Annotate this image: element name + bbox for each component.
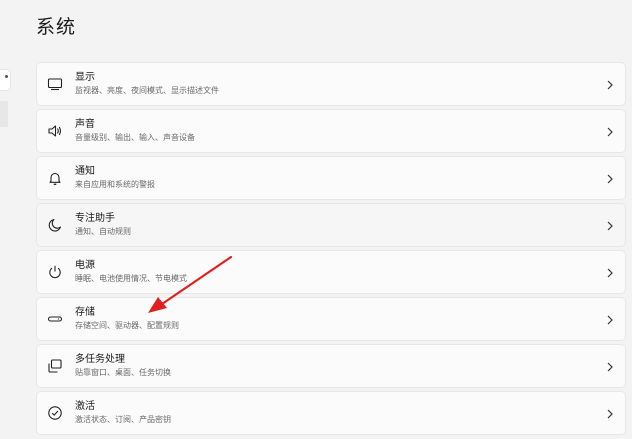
- settings-item-subtitle: 监视器、亮度、夜间模式、显示描述文件: [75, 86, 219, 95]
- chevron-right-icon: [607, 174, 613, 184]
- settings-item-title: 显示: [75, 72, 95, 83]
- settings-item-title: 激活: [75, 401, 95, 412]
- settings-item-activation[interactable]: 激活 激活状态、订阅、产品密钥: [36, 391, 626, 435]
- chevron-right-icon: [607, 221, 613, 231]
- settings-item-focus-assist[interactable]: 专注助手 通知、自动规则: [36, 203, 626, 247]
- page-title: 系统: [36, 16, 77, 38]
- settings-item-multitasking[interactable]: 多任务处理 贴靠窗口、桌面、任务切换: [36, 344, 626, 388]
- settings-list: 显示 监视器、亮度、夜间模式、显示描述文件 声音 音量级别、输出、输入、声音设备…: [36, 62, 626, 438]
- settings-item-subtitle: 音量级别、输出、输入、声音设备: [75, 133, 195, 142]
- settings-item-title: 存储: [75, 307, 95, 318]
- chevron-right-icon: [607, 362, 613, 372]
- settings-item-title: 声音: [75, 119, 95, 130]
- chevron-right-icon: [607, 268, 613, 278]
- settings-item-subtitle: 贴靠窗口、桌面、任务切换: [75, 368, 171, 377]
- settings-item-storage[interactable]: 存储 存储空间、驱动器、配置规则: [36, 297, 626, 341]
- settings-item-title: 专注助手: [75, 213, 115, 224]
- monitor-icon: [46, 75, 64, 93]
- settings-item-sound[interactable]: 声音 音量级别、输出、输入、声音设备: [36, 109, 626, 153]
- settings-item-subtitle: 通知、自动规则: [75, 227, 131, 236]
- settings-item-display[interactable]: 显示 监视器、亮度、夜间模式、显示描述文件: [36, 62, 626, 106]
- settings-item-subtitle: 存储空间、驱动器、配置规则: [75, 321, 179, 330]
- moon-icon: [46, 216, 64, 234]
- settings-item-notifications[interactable]: 通知 来自应用和系统的警报: [36, 156, 626, 200]
- check-circle-icon: [46, 404, 64, 422]
- bell-icon: [46, 169, 64, 187]
- settings-item-title: 多任务处理: [75, 354, 125, 365]
- nav-scroll-indicator: [0, 101, 8, 127]
- speaker-icon: [46, 122, 64, 140]
- chevron-right-icon: [607, 315, 613, 325]
- chevron-right-icon: [607, 127, 613, 137]
- nav-collapse-handle[interactable]: [0, 69, 11, 91]
- settings-item-subtitle: 来自应用和系统的警报: [75, 180, 155, 189]
- drive-icon: [46, 310, 64, 328]
- settings-item-power[interactable]: 电源 睡眠、电池使用情况、节电模式: [36, 250, 626, 294]
- settings-item-subtitle: 激活状态、订阅、产品密钥: [75, 415, 171, 424]
- settings-item-title: 通知: [75, 166, 95, 177]
- settings-item-subtitle: 睡眠、电池使用情况、节电模式: [75, 274, 187, 283]
- power-icon: [46, 263, 64, 281]
- settings-item-title: 电源: [75, 260, 95, 271]
- chevron-right-icon: [607, 80, 613, 90]
- chevron-right-icon: [607, 409, 613, 419]
- multitask-icon: [46, 357, 64, 375]
